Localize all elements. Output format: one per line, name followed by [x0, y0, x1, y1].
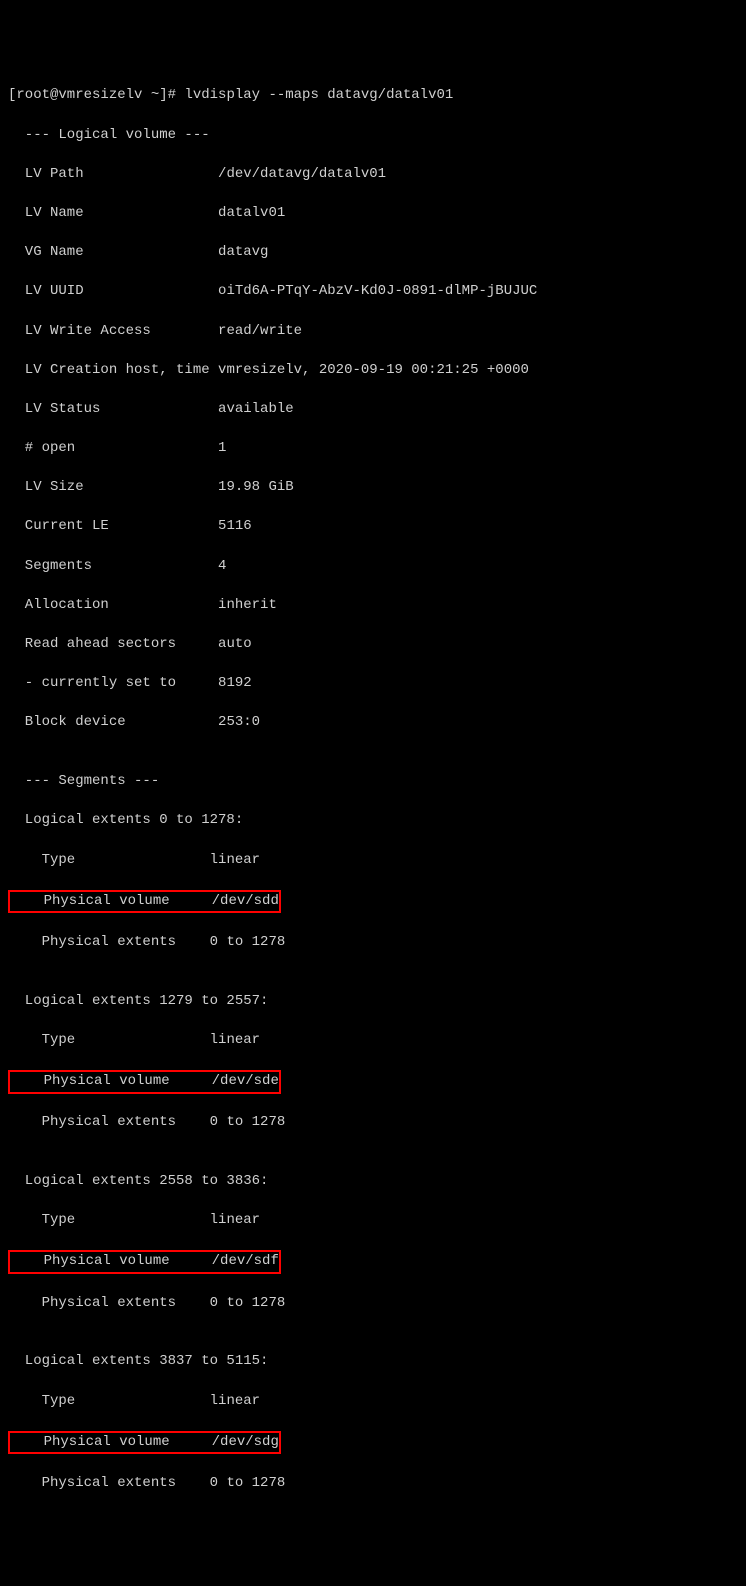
- lv-field-label: LV Status: [8, 401, 218, 417]
- segment-pv-value: /dev/sdd: [212, 893, 279, 909]
- lv-field-value: datalv01: [218, 205, 285, 221]
- lv-field-label: LV Path: [8, 166, 218, 182]
- highlighted-pv-row: Physical volume /dev/sdf: [8, 1250, 281, 1274]
- lv-field-value: oiTd6A-PTqY-AbzV-Kd0J-0891-dlMP-jBUJUC: [218, 283, 537, 299]
- terminal-output: [root@vmresizelv ~]# lvdisplay --maps da…: [8, 86, 738, 1493]
- highlighted-pv-row: Physical volume /dev/sde: [8, 1070, 281, 1094]
- lv-field-label: Current LE: [8, 518, 218, 534]
- lv-field-value: auto: [218, 636, 252, 652]
- segment-pv-label: Physical volume: [10, 1253, 212, 1269]
- highlighted-pv-row: Physical volume /dev/sdd: [8, 890, 281, 914]
- lv-field-label: LV Size: [8, 479, 218, 495]
- segment-pe-value: 0 to 1278: [210, 1114, 286, 1130]
- lv-field-value: 1: [218, 440, 226, 456]
- lv-field-value: available: [218, 401, 294, 417]
- segment-type-label: Type: [8, 1032, 210, 1048]
- segment-pe-label: Physical extents: [8, 934, 210, 950]
- segment-type-label: Type: [8, 1393, 210, 1409]
- lv-field-value: 5116: [218, 518, 252, 534]
- lv-field-label: - currently set to: [8, 675, 218, 691]
- segment-pe-label: Physical extents: [8, 1114, 210, 1130]
- lv-field-label: Allocation: [8, 597, 218, 613]
- segment-pv-value: /dev/sdf: [212, 1253, 279, 1269]
- segment-type-value: linear: [210, 1032, 260, 1048]
- segment-extents: Logical extents 1279 to 2557:: [8, 992, 738, 1012]
- segment-pe-value: 0 to 1278: [210, 1295, 286, 1311]
- lv-header: --- Logical volume ---: [8, 126, 738, 146]
- segment-type-value: linear: [210, 1212, 260, 1228]
- lv-field-value: 253:0: [218, 714, 260, 730]
- lv-field-value: inherit: [218, 597, 277, 613]
- seg-header: --- Segments ---: [8, 772, 738, 792]
- lv-field-value: 8192: [218, 675, 252, 691]
- segment-pe-value: 0 to 1278: [210, 934, 286, 950]
- shell-prompt: [root@vmresizelv ~]#: [8, 87, 184, 103]
- command-text: lvdisplay --maps datavg/datalv01: [184, 87, 453, 103]
- segment-type-value: linear: [210, 852, 260, 868]
- segment-type-label: Type: [8, 852, 210, 868]
- segment-extents: Logical extents 3837 to 5115:: [8, 1352, 738, 1372]
- segment-pe-label: Physical extents: [8, 1475, 210, 1491]
- segment-pv-label: Physical volume: [10, 893, 212, 909]
- lv-field-label: Segments: [8, 558, 218, 574]
- lv-field-value: datavg: [218, 244, 268, 260]
- highlighted-pv-row: Physical volume /dev/sdg: [8, 1431, 281, 1455]
- lv-field-value: vmresizelv, 2020-09-19 00:21:25 +0000: [218, 362, 529, 378]
- lv-field-label: # open: [8, 440, 218, 456]
- lv-field-value: 4: [218, 558, 226, 574]
- segment-pv-value: /dev/sdg: [212, 1434, 279, 1450]
- lv-field-value: 19.98 GiB: [218, 479, 294, 495]
- lv-field-value: /dev/datavg/datalv01: [218, 166, 386, 182]
- segment-type-label: Type: [8, 1212, 210, 1228]
- segment-pv-label: Physical volume: [10, 1434, 212, 1450]
- lv-field-label: Read ahead sectors: [8, 636, 218, 652]
- segment-pv-value: /dev/sde: [212, 1073, 279, 1089]
- segment-extents: Logical extents 2558 to 3836:: [8, 1172, 738, 1192]
- lv-field-label: Block device: [8, 714, 218, 730]
- segment-type-value: linear: [210, 1393, 260, 1409]
- segment-pe-label: Physical extents: [8, 1295, 210, 1311]
- segment-pv-label: Physical volume: [10, 1073, 212, 1089]
- lv-field-value: read/write: [218, 323, 302, 339]
- lv-field-label: LV UUID: [8, 283, 218, 299]
- lv-field-label: VG Name: [8, 244, 218, 260]
- segment-pe-value: 0 to 1278: [210, 1475, 286, 1491]
- lv-field-label: LV Write Access: [8, 323, 218, 339]
- lv-field-label: LV Creation host, time: [8, 362, 218, 378]
- segment-extents: Logical extents 0 to 1278:: [8, 811, 738, 831]
- lv-field-label: LV Name: [8, 205, 218, 221]
